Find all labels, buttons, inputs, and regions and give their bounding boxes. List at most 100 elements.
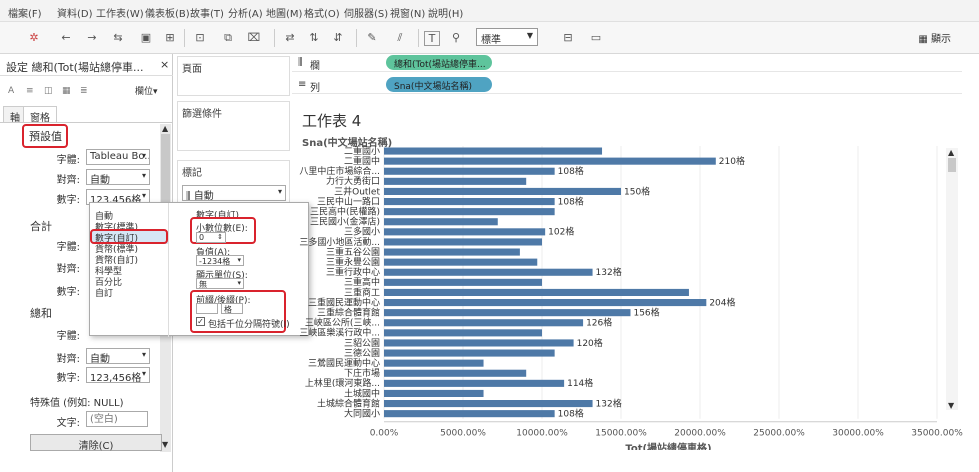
close-icon[interactable]: × [160,58,169,71]
align-icon[interactable]: ≡ [26,86,34,96]
menu-file[interactable]: 檔案(F) [8,5,42,20]
shading-icon[interactable]: ◫ [44,86,53,96]
scroll-down-icon[interactable]: ▼ [948,401,954,410]
columns-shelf-label: 欄 [310,61,320,72]
menu-data[interactable]: 資料(D) [57,5,93,20]
filters-shelf-title: 篩選條件 [182,109,222,120]
menu-format[interactable]: 格式(O) [304,5,340,20]
labels-icon[interactable]: T [424,31,440,46]
scroll-up-icon[interactable]: ▲ [948,148,954,157]
bar [384,147,603,155]
clear-button[interactable]: 清除(C) [30,434,162,452]
align-label: 對齊: [56,175,80,186]
checkbox-checked-icon[interactable]: ✓ [196,317,205,326]
chevron-down-icon: ▾ [141,151,146,160]
bar [384,238,542,246]
sort-desc-icon[interactable]: ⇵ [330,31,346,44]
negative-select[interactable]: -1234格 ▾ [196,255,244,266]
chevron-down-icon: ▾ [141,350,146,359]
decimals-stepper[interactable]: 0 ⇕ [196,232,226,243]
menu-worksheet[interactable]: 工作表(W) [96,5,144,20]
device-preview-icon[interactable]: ▭ [588,31,604,44]
section-special: 特殊值 (例如: NULL) [30,398,124,409]
filters-shelf[interactable]: 篩選條件 [177,101,290,151]
new-worksheet-icon[interactable]: ⊡ [192,31,208,44]
bar [384,208,555,216]
bar [384,228,546,236]
marks-card-title: 標記 [182,168,202,179]
scroll-up-icon[interactable]: ▲ [162,124,168,133]
bar [384,369,527,377]
chevron-down-icon: ▾ [237,256,241,264]
category-label: 三重高中 [344,276,380,288]
pin-icon[interactable]: ⚲ [448,31,464,44]
fields-dropdown[interactable]: 欄位▾ [135,84,158,97]
data-label: 108格 [558,195,584,207]
back-icon[interactable]: ← [58,31,74,44]
prefix-input[interactable] [196,303,218,314]
category-label: 三多國小 [344,226,380,238]
save-icon[interactable]: ▣ [138,31,154,44]
rows-shelf-label: 列 [310,83,320,94]
category-label: 下庄市場 [344,367,380,379]
default-align-select[interactable]: 自動 ▾ [86,169,150,185]
sum-align-select[interactable]: 自動 ▾ [86,348,150,364]
bar [384,218,498,226]
default-font-select[interactable]: Tableau Bo... ▾ [86,149,150,165]
data-label: 150格 [624,185,650,197]
fit-select-value: 標準 [481,35,501,46]
data-label: 102格 [548,226,574,238]
menu-bar: 檔案(F) 資料(D) 工作表(W) 儀表板(B) 故事(T) 分析(A) 地圖… [0,0,979,22]
pages-shelf[interactable]: 頁面 [177,56,290,96]
clear-sheet-icon[interactable]: ⌧ [246,31,262,44]
highlight-icon[interactable]: ✎ [364,31,380,44]
show-cards-icon[interactable]: ⊟ [560,31,576,44]
group-icon[interactable]: ⫽ [392,31,408,45]
scroll-down-icon[interactable]: ▼ [162,440,168,449]
scroll-thumb[interactable] [948,158,956,172]
number-label: 數字: [56,195,80,206]
bar [384,359,484,367]
lines-icon[interactable]: ≣ [80,86,88,96]
menu-window[interactable]: 視窗(N) [390,5,425,20]
menu-story[interactable]: 故事(T) [190,5,224,20]
total-align-label: 對齊: [56,264,80,275]
sum-number-select[interactable]: 123,456格 ▾ [86,367,150,383]
mark-type-select[interactable]: ⫼ 自動 ▾ [182,185,286,201]
bar [384,379,565,387]
font-icon[interactable]: A [8,86,14,96]
rows-pill[interactable]: Sna(中文場站名稱) [386,77,492,92]
columns-pill[interactable]: 總和(Tot(場站總停車... [386,55,492,70]
format-pane-title: 設定 總和(Tot(場站總停車... [6,61,144,74]
sort-asc-icon[interactable]: ⇅ [306,31,322,44]
category-label: 三貂公園 [344,337,380,349]
data-label: 108格 [558,407,584,419]
fit-select[interactable]: 標準 ▼ [476,28,538,46]
tableau-logo-icon[interactable]: ✲ [26,31,42,44]
duplicate-icon[interactable]: ⧉ [220,31,236,45]
units-select[interactable]: 無 ▾ [196,278,244,289]
chart-scrollbar[interactable]: ▲ ▼ [946,148,958,410]
borders-icon[interactable]: ▦ [62,86,71,96]
special-text-input[interactable] [86,411,148,427]
menu-analysis[interactable]: 分析(A) [228,5,263,20]
bar [384,410,555,418]
forward-icon[interactable]: → [84,31,100,44]
format-option-custom[interactable]: 自訂 [95,286,113,299]
tab-pane[interactable]: 窗格 [23,106,57,124]
datasource-icon[interactable]: ⇆ [110,31,126,44]
menu-map[interactable]: 地圖(M) [266,5,302,20]
new-sheet-icon[interactable]: ⊞ [162,31,178,44]
menu-server[interactable]: 伺服器(S) [344,5,388,20]
rows-shelf[interactable]: ≡ 列 Sna(中文場站名稱) [292,76,962,94]
menu-dashboard[interactable]: 儀表板(B) [145,5,190,20]
bar [384,268,593,276]
show-me-button[interactable]: ▦ 顯示 [918,30,951,45]
section-total: 合計 [30,220,52,233]
columns-shelf[interactable]: ⫼ 欄 總和(Tot(場站總停車... [292,54,962,72]
swap-icon[interactable]: ⇄ [282,31,298,44]
menu-help[interactable]: 說明(H) [428,5,463,20]
bar [384,177,527,185]
bar [384,258,538,266]
suffix-input[interactable]: 格 [221,303,243,314]
